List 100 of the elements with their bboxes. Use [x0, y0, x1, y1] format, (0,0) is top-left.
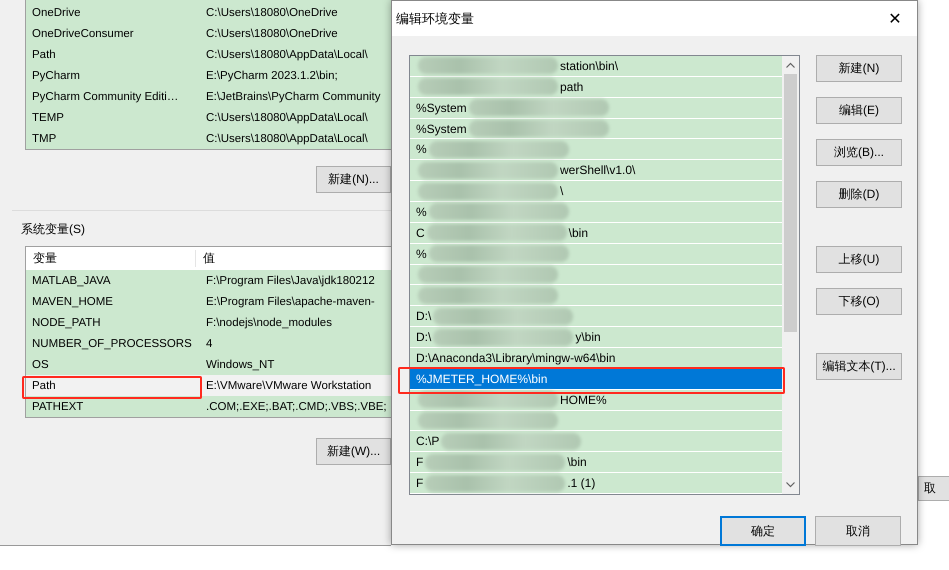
- variable-value: F:\nodejs\node_modules: [206, 316, 333, 328]
- entry-text: %JMETER_HOME%\bin: [416, 372, 548, 386]
- variable-value: F:\Program Files\Java\jdk180212: [206, 274, 376, 286]
- entry-text: C: [416, 226, 425, 240]
- variable-value: C:\Users\18080\AppData\Local\: [206, 112, 369, 124]
- variable-row[interactable]: OS Windows_NT: [26, 354, 391, 375]
- entry-text: werShell\v1.0\: [560, 163, 636, 178]
- group-label: 系统变量(S): [21, 221, 86, 238]
- new-button[interactable]: 新建(W)...: [316, 438, 391, 465]
- variable-value: E:\JetBrains\PyCharm Community: [206, 90, 382, 102]
- path-entry[interactable]: werShell\v1.0\: [410, 160, 782, 182]
- path-entry[interactable]: D:\ y\bin: [410, 327, 782, 348]
- variable-value: E:\VMware\VMware Workstation: [206, 380, 372, 392]
- variable-row[interactable]: Path E:\VMware\VMware Workstation: [26, 375, 391, 396]
- entry-text: D:\Anaconda3\Library\mingw-w64\bin: [416, 350, 616, 365]
- variable-name: Path: [32, 48, 57, 60]
- variable-name: TEMP: [32, 112, 65, 124]
- variable-name: PyCharm: [32, 70, 81, 82]
- variable-name: OS: [32, 358, 50, 370]
- close-button[interactable]: ✕: [873, 1, 917, 36]
- variable-row[interactable]: OneDrive C:\Users\18080\OneDrive: [26, 2, 391, 23]
- action-button[interactable]: 编辑(E): [816, 97, 902, 124]
- path-entry[interactable]: path: [410, 76, 782, 98]
- entry-text: %: [416, 142, 427, 156]
- ok-button[interactable]: 确定: [720, 516, 806, 546]
- variable-value: Windows_NT: [206, 358, 276, 370]
- variable-row[interactable]: PyCharm E:\PyCharm 2023.1.2\bin;: [26, 65, 391, 86]
- entry-text: station\bin\: [560, 58, 618, 73]
- scroll-up-icon[interactable]: [786, 62, 795, 68]
- entry-text: D:\: [416, 309, 432, 324]
- variable-row[interactable]: TEMP C:\Users\18080\AppData\Local\: [26, 107, 391, 128]
- variable-value: E:\Program Files\apache-maven-: [206, 296, 376, 308]
- path-entry[interactable]: %: [410, 202, 782, 223]
- variable-row[interactable]: OneDriveConsumer C:\Users\18080\OneDrive: [26, 23, 391, 44]
- path-entry[interactable]: [410, 264, 782, 286]
- variable-name: OneDriveConsumer: [32, 28, 135, 40]
- scroll-down-icon[interactable]: [786, 482, 795, 488]
- entry-text: \bin: [567, 455, 587, 470]
- path-entry[interactable]: C:\P: [410, 431, 782, 452]
- action-button[interactable]: 上移(U): [816, 246, 902, 273]
- entry-text: \: [560, 184, 564, 198]
- path-entry[interactable]: %: [410, 139, 782, 160]
- variable-name: NODE_PATH: [32, 316, 102, 328]
- variable-row[interactable]: Path C:\Users\18080\AppData\Local\: [26, 44, 391, 65]
- entry-text: %System: [416, 100, 467, 115]
- variable-name: MAVEN_HOME: [32, 296, 114, 308]
- variable-row[interactable]: MATLAB_JAVA F:\Program Files\Java\jdk180212: [26, 270, 391, 291]
- path-entry[interactable]: %: [410, 244, 782, 265]
- variable-name: MATLAB_JAVA: [32, 274, 112, 286]
- action-button[interactable]: 删除(D): [816, 181, 902, 208]
- action-button[interactable]: 浏览(B)...: [816, 139, 902, 166]
- path-entry[interactable]: F .1 (1): [410, 473, 782, 494]
- path-entry[interactable]: %System: [410, 118, 782, 140]
- entry-text: y\bin: [575, 330, 601, 344]
- entry-text: HOME%: [560, 392, 607, 407]
- action-button[interactable]: 新建(N): [816, 55, 902, 82]
- variable-value: .COM;.EXE;.BAT;.CMD;.VBS;.VBE;: [206, 400, 388, 412]
- background-button[interactable]: 取: [918, 476, 949, 501]
- scrollbar-thumb[interactable]: [784, 74, 797, 332]
- path-entry[interactable]: F \bin: [410, 452, 782, 474]
- variable-value: C:\Users\18080\AppData\Local\: [206, 132, 369, 144]
- column-header[interactable]: 变量: [26, 250, 196, 267]
- variable-name: TMP: [32, 132, 58, 144]
- entry-text: \bin: [568, 226, 588, 240]
- variable-name: PyCharm Community Editi…: [32, 90, 180, 102]
- action-button[interactable]: 编辑文本(T)...: [816, 353, 902, 380]
- path-entry[interactable]: [410, 285, 782, 306]
- variable-value: C:\Users\18080\AppData\Local\: [206, 48, 369, 60]
- variable-row[interactable]: PATHEXT .COM;.EXE;.BAT;.CMD;.VBS;.VBE;: [26, 396, 391, 417]
- new-button[interactable]: 新建(N)...: [316, 166, 391, 193]
- path-entry[interactable]: %JMETER_HOME%\bin: [410, 368, 782, 390]
- variable-row[interactable]: PyCharm Community Editi… E:\JetBrains\PyCharm Community: [26, 86, 391, 107]
- path-entry[interactable]: \: [410, 181, 782, 202]
- variable-row[interactable]: NODE_PATH F:\nodejs\node_modules: [26, 312, 391, 333]
- variable-value: C:\Users\18080\OneDrive: [206, 28, 339, 40]
- variable-name: Path: [32, 380, 57, 392]
- path-entry[interactable]: D:\: [410, 306, 782, 328]
- path-entry[interactable]: C \bin: [410, 222, 782, 244]
- variable-row[interactable]: NUMBER_OF_PROCESSORS 4: [26, 333, 391, 354]
- variable-value: C:\Users\18080\OneDrive: [206, 6, 339, 18]
- entry-text: path: [560, 80, 584, 94]
- entry-text: C:\P: [416, 434, 440, 448]
- path-entry[interactable]: station\bin\: [410, 56, 782, 77]
- action-button[interactable]: 下移(O): [816, 288, 902, 315]
- variable-row[interactable]: TMP C:\Users\18080\AppData\Local\: [26, 128, 391, 149]
- variable-row[interactable]: MAVEN_HOME E:\Program Files\apache-maven-: [26, 291, 391, 312]
- path-entry[interactable]: HOME%: [410, 390, 782, 411]
- path-entry[interactable]: %System: [410, 98, 782, 119]
- variable-value: 4: [206, 338, 214, 350]
- variable-name: NUMBER_OF_PROCESSORS: [32, 338, 193, 350]
- entry-text: %: [416, 246, 427, 261]
- variable-name: OneDrive: [32, 6, 82, 18]
- dialog-title: 编辑环境变量: [396, 10, 474, 28]
- entry-text: %: [416, 204, 427, 219]
- path-entry[interactable]: [410, 410, 782, 432]
- cancel-button[interactable]: 取消: [815, 516, 901, 546]
- entry-text: %System: [416, 122, 467, 136]
- variable-name: PATHEXT: [32, 400, 84, 412]
- entry-text: D:\: [416, 330, 432, 344]
- entry-text: F: [416, 476, 424, 490]
